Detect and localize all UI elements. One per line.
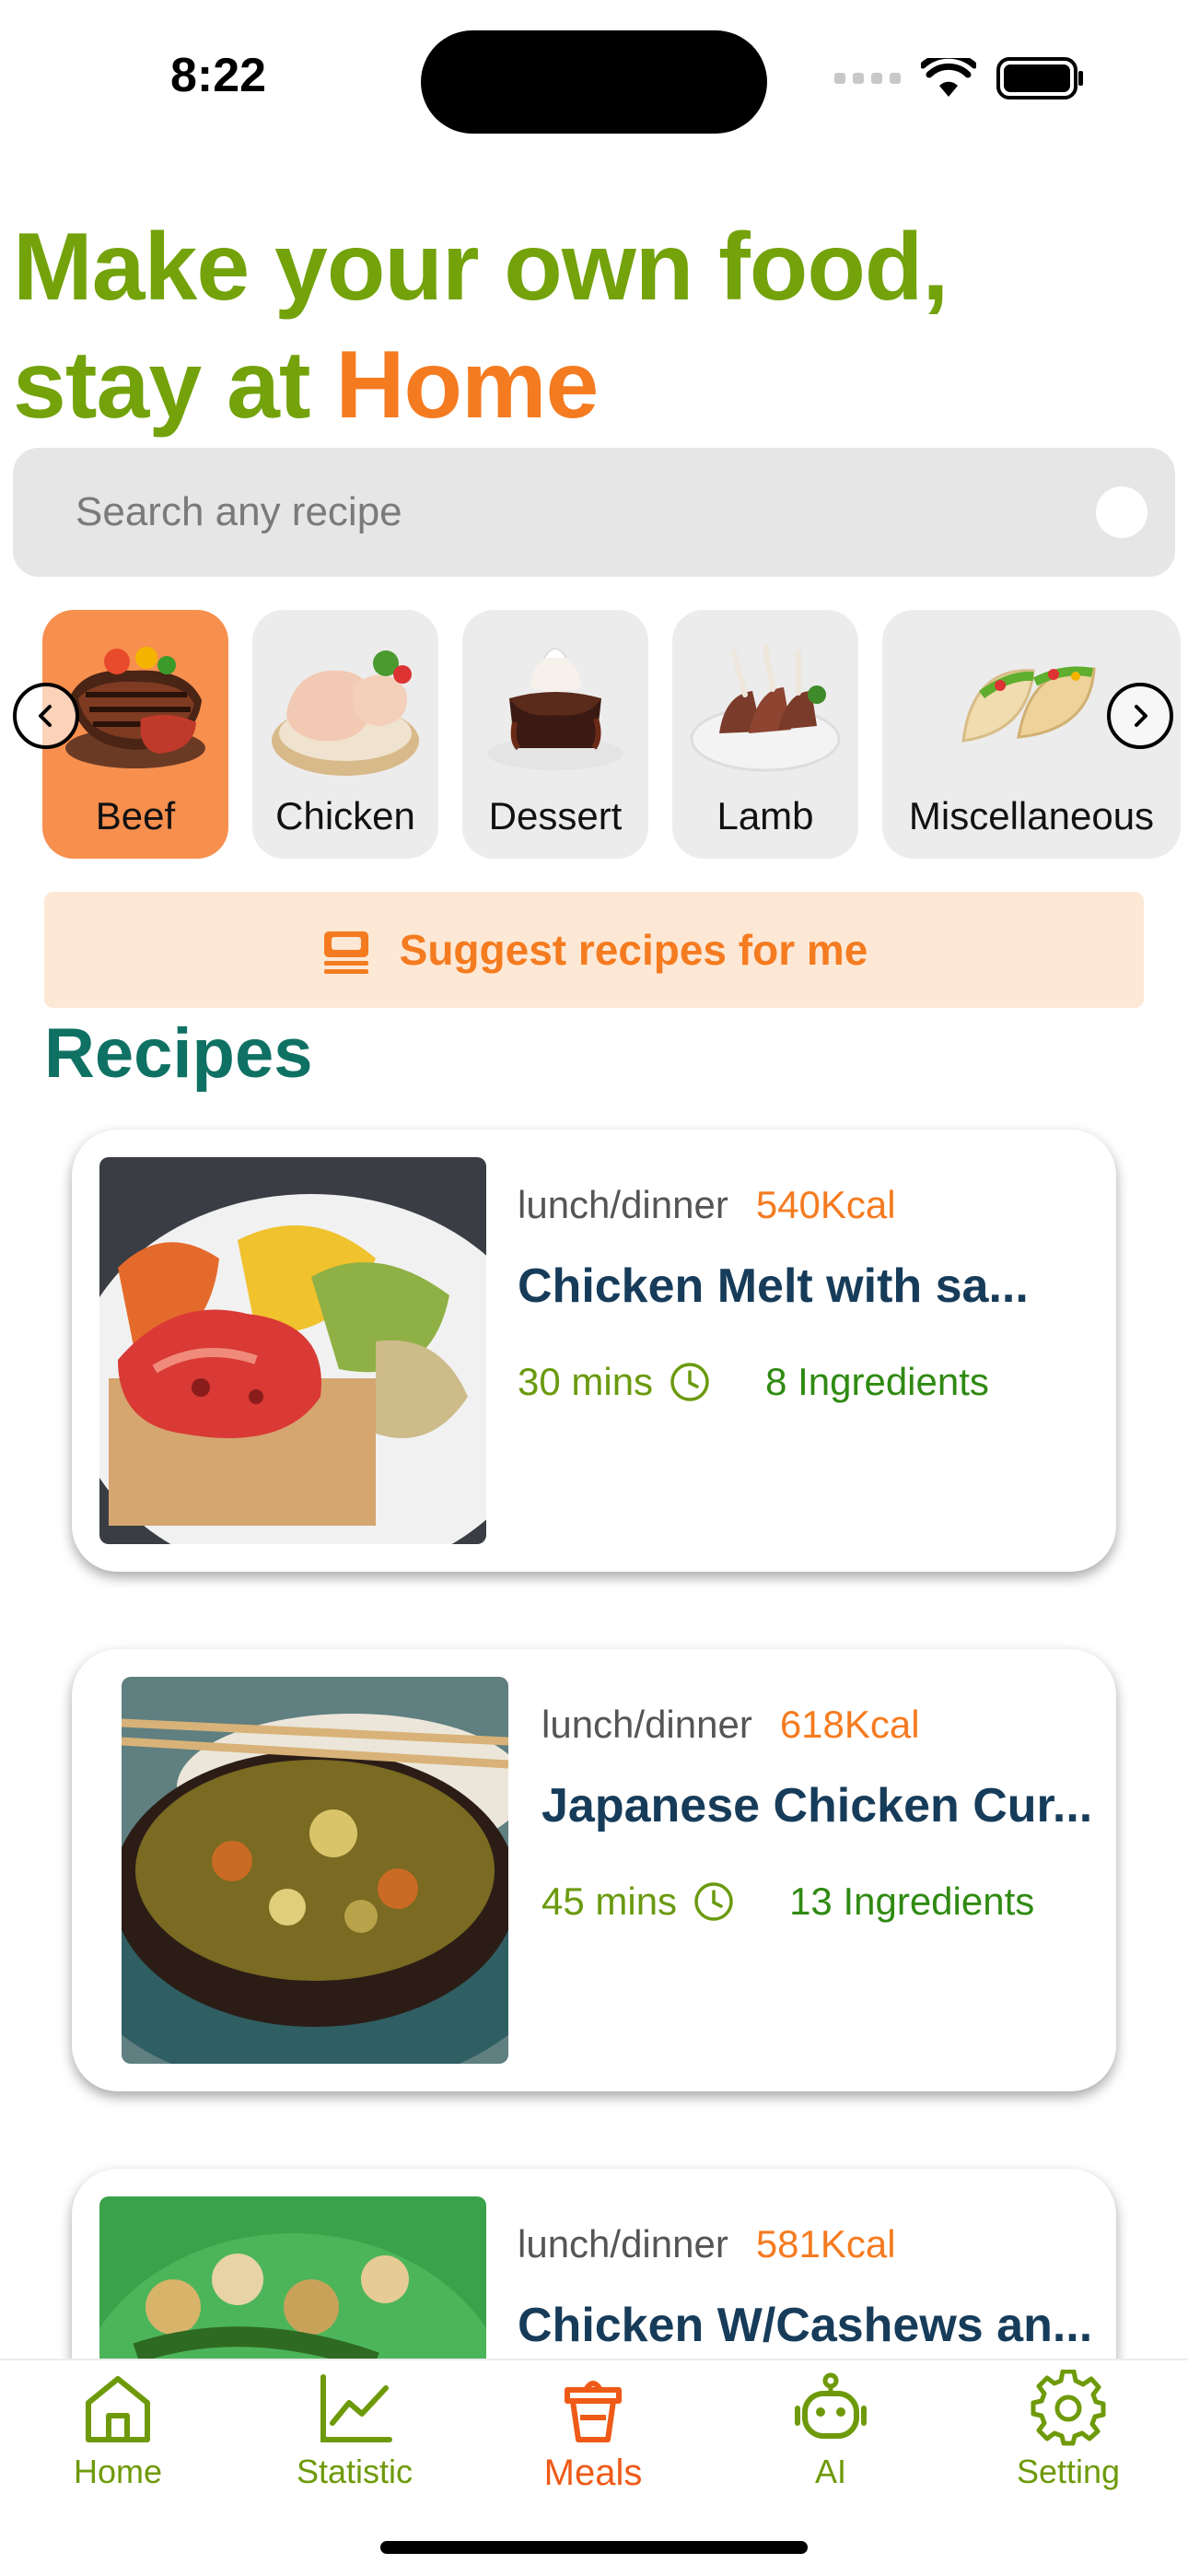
- suggest-label: Suggest recipes for me: [399, 926, 868, 974]
- recipe-name: Chicken Melt with sa...: [518, 1259, 1029, 1313]
- robot-icon: [795, 2372, 867, 2439]
- chevron-right-icon: [1135, 705, 1147, 727]
- cellular-signal-icon: [834, 73, 901, 84]
- tab-ai[interactable]: AI: [739, 2370, 923, 2491]
- category-label: Chicken: [275, 794, 415, 837]
- category-label: Lamb: [716, 794, 814, 837]
- category-dessert[interactable]: Dessert: [462, 610, 648, 859]
- tacos-image: [961, 666, 1096, 743]
- recipe-book-icon: [323, 931, 368, 974]
- dessert-image: [487, 648, 623, 770]
- home-indicator[interactable]: [380, 2541, 808, 2554]
- clock-icon: [670, 1363, 709, 1401]
- chart-icon: [320, 2374, 392, 2442]
- recipe-name: Chicken W/Cashews an...: [518, 2299, 1093, 2352]
- recipes-section-title: Recipes: [44, 1014, 313, 1093]
- recipe-time: 30 mins: [518, 1360, 654, 1403]
- category-label: Beef: [95, 794, 176, 837]
- chevron-left-icon: [39, 705, 52, 727]
- lamb-image: [690, 644, 841, 772]
- beef-image: [65, 647, 205, 768]
- tab-label: AI: [814, 2453, 846, 2490]
- category-chicken[interactable]: Chicken: [252, 610, 438, 859]
- tab-label: Meals: [543, 2453, 643, 2493]
- tab-meals[interactable]: Meals: [501, 2370, 685, 2494]
- recipe-stats: 30 mins 8 Ingredients: [518, 1360, 989, 1404]
- headline-line2-prefix: stay at: [13, 332, 336, 439]
- status-bar: 8:22: [0, 0, 1188, 138]
- search-indicator: [1096, 486, 1147, 538]
- recipe-image: [99, 1157, 486, 1544]
- carousel-prev-button[interactable]: [13, 683, 79, 749]
- gear-icon: [1031, 2370, 1106, 2446]
- recipe-time: 45 mins: [542, 1879, 678, 1923]
- category-carousel[interactable]: Beef Chicken Dessert Lamb Miscellaneous: [0, 610, 1188, 859]
- category-label: Dessert: [488, 794, 623, 837]
- meals-icon: [565, 2381, 622, 2442]
- tab-setting[interactable]: Setting: [976, 2370, 1160, 2491]
- search-input[interactable]: [76, 479, 1070, 545]
- headline: Make your own food, stay at Home: [13, 208, 949, 444]
- recipe-category: lunch/dinner: [542, 1703, 752, 1746]
- recipe-ingredients: 8 Ingredients: [765, 1360, 989, 1403]
- recipe-category: lunch/dinner: [518, 2222, 728, 2266]
- category-label: Miscellaneous: [908, 794, 1155, 837]
- chicken-image: [272, 650, 419, 776]
- headline-line1: Make your own food,: [13, 214, 949, 321]
- category-lamb[interactable]: Lamb: [672, 610, 858, 859]
- headline-line2: stay at Home: [13, 326, 948, 444]
- recipe-card[interactable]: lunch/dinner 618Kcal Japanese Chicken Cu…: [72, 1649, 1116, 2091]
- recipe-ingredients: 13 Ingredients: [789, 1879, 1035, 1923]
- tab-home[interactable]: Home: [26, 2370, 210, 2491]
- suggest-recipes-button[interactable]: Suggest recipes for me: [44, 892, 1144, 1008]
- dynamic-island: [421, 30, 767, 134]
- recipe-card[interactable]: lunch/dinner 540Kcal Chicken Melt with s…: [72, 1130, 1116, 1572]
- battery-icon: [996, 57, 1083, 100]
- wifi-icon: [921, 58, 976, 97]
- status-time: 8:22: [170, 49, 267, 102]
- recipe-kcal: 581Kcal: [755, 2222, 896, 2266]
- tab-label: Home: [73, 2453, 163, 2490]
- headline-accent: Home: [335, 332, 599, 439]
- recipe-stats: 45 mins 13 Ingredients: [542, 1879, 1034, 1924]
- home-icon: [86, 2376, 150, 2442]
- recipe-meta: lunch/dinner 618Kcal: [542, 1703, 920, 1747]
- tab-label: Statistic: [296, 2453, 413, 2490]
- tab-label: Setting: [1016, 2453, 1121, 2490]
- search-bar[interactable]: [13, 448, 1175, 577]
- recipe-name: Japanese Chicken Cur...: [542, 1779, 1093, 1832]
- recipe-kcal: 618Kcal: [779, 1703, 920, 1746]
- tab-statistic[interactable]: Statistic: [262, 2370, 447, 2491]
- recipe-meta: lunch/dinner 581Kcal: [518, 2222, 896, 2266]
- recipe-meta: lunch/dinner 540Kcal: [518, 1183, 896, 1227]
- status-icons: [834, 57, 1085, 100]
- recipe-category: lunch/dinner: [518, 1183, 728, 1226]
- carousel-next-button[interactable]: [1107, 683, 1173, 749]
- recipe-kcal: 540Kcal: [755, 1183, 896, 1226]
- recipe-image: [122, 1677, 508, 2064]
- clock-icon: [694, 1882, 733, 1921]
